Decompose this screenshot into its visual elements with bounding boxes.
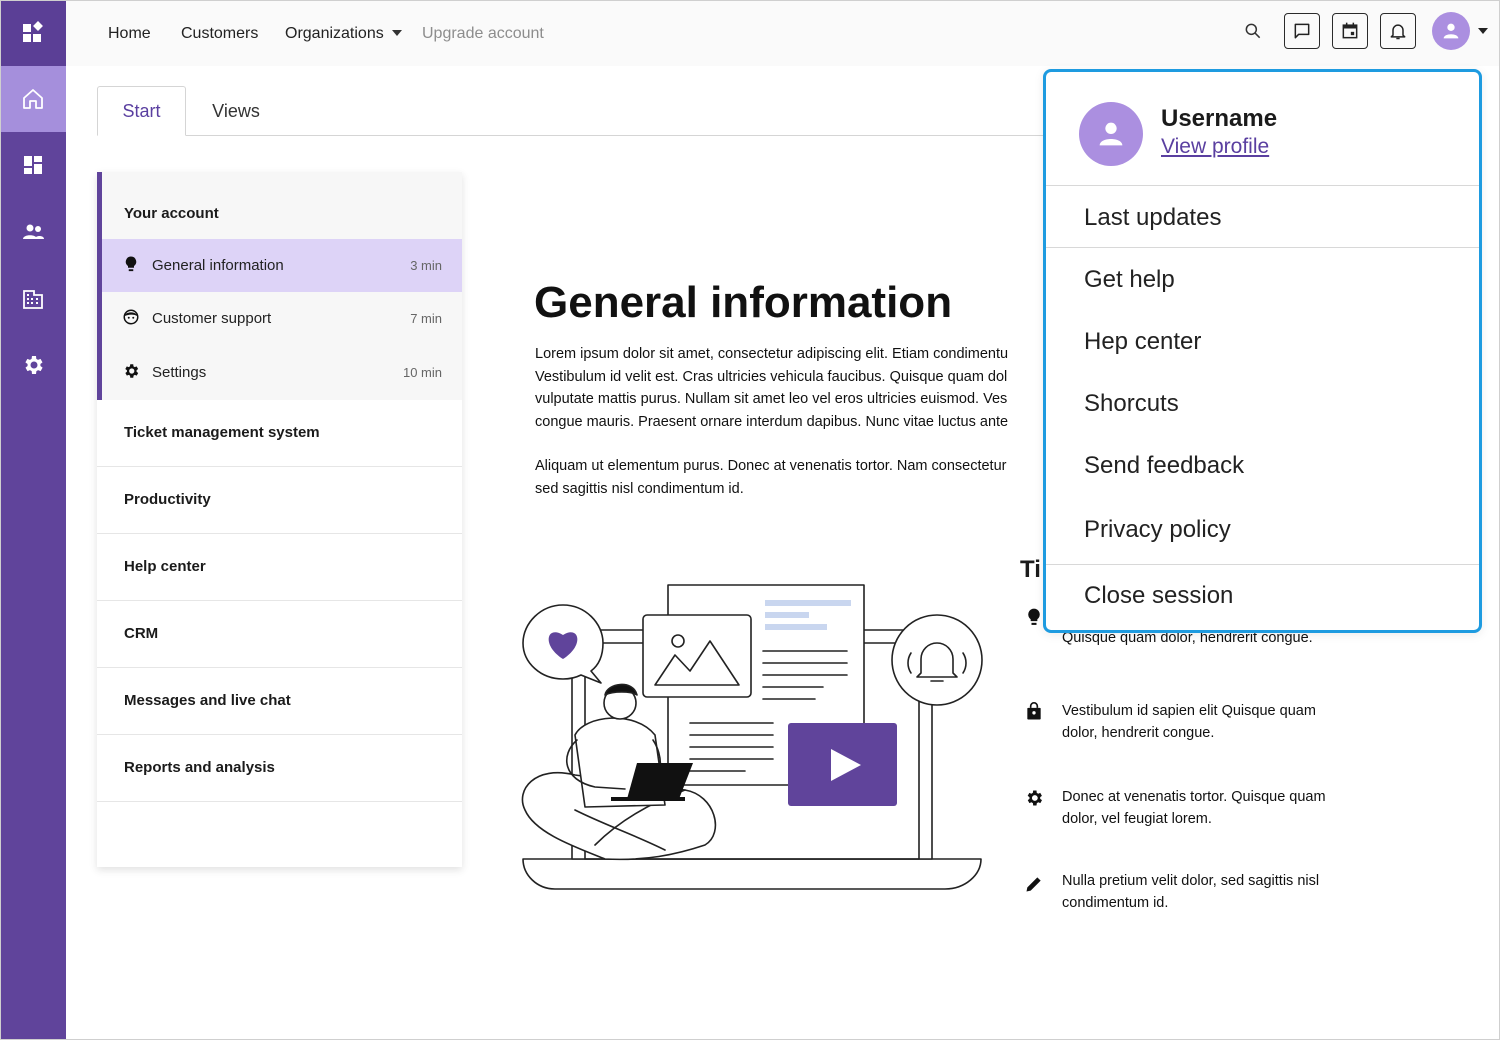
calendar-button[interactable] (1332, 13, 1368, 49)
tip-item: Donec at venenatis tortor. Quisque quam … (1020, 786, 1340, 836)
chat-button[interactable] (1284, 13, 1320, 49)
subitem-general-information[interactable]: General information 3 min (102, 239, 462, 292)
subitem-duration: 7 min (410, 311, 442, 326)
people-icon (23, 224, 44, 239)
paragraph-line: vulputate mattis purus. Nullam sit amet … (535, 391, 1008, 407)
intro-paragraph: Lorem ipsum dolor sit amet, consectetur … (535, 343, 1045, 433)
section-reports-analysis[interactable]: Reports and analysis (97, 735, 462, 802)
search-button[interactable] (1235, 13, 1271, 49)
menu-item-shortcuts[interactable]: Shorcuts (1084, 390, 1179, 418)
section-help-center[interactable]: Help center (97, 534, 462, 601)
bell-icon (1390, 24, 1406, 40)
rail-dashboard-button[interactable] (0, 132, 66, 198)
building-icon (23, 290, 43, 309)
menu-item-privacy-policy[interactable]: Privacy policy (1084, 516, 1231, 544)
tip-item: Vestibulum id sapien elit Quisque quam d… (1020, 700, 1340, 750)
section-label: Help center (124, 558, 206, 575)
guide-panel: Your account General information 3 min C… (97, 172, 462, 867)
your-account-heading[interactable]: Your account (124, 205, 219, 222)
illustration-person-laptop (521, 584, 983, 890)
home-icon (23, 89, 43, 109)
avatar-icon (1099, 122, 1123, 146)
section-productivity[interactable]: Productivity (97, 467, 462, 534)
tip-text: Nulla pretium velit dolor, sed sagittis … (1062, 873, 1320, 911)
lightbulb-icon (1028, 608, 1040, 625)
tips-title: Ti (1020, 556, 1041, 583)
menu-divider (1046, 185, 1479, 186)
paragraph-line: sed sagittis nisl condimentum id. (535, 480, 744, 497)
nav-organizations-dropdown[interactable]: Organizations (285, 25, 402, 43)
tip-item: Nulla pretium velit dolor, sed sagittis … (1020, 870, 1340, 920)
menu-item-last-updates[interactable]: Last updates (1084, 204, 1221, 232)
menu-divider (1046, 564, 1479, 565)
top-bar: Home Customers Organizations Upgrade acc… (66, 0, 1500, 66)
pencil-icon (1026, 877, 1041, 892)
user-menu-dropdown: Username View profile Last updates Get h… (1043, 69, 1482, 633)
section-ticket-management[interactable]: Ticket management system (97, 400, 462, 467)
nav-customers-link[interactable]: Customers (181, 25, 258, 43)
gear-icon (1027, 790, 1042, 806)
rail-organizations-button[interactable] (0, 266, 66, 332)
subitem-customer-support[interactable]: Customer support 7 min (102, 292, 462, 345)
username-label: Username (1161, 105, 1278, 132)
your-account-group: Your account General information 3 min C… (97, 172, 462, 400)
nav-upgrade-link[interactable]: Upgrade account (422, 25, 544, 43)
gear-icon (125, 364, 139, 378)
support-face-icon (123, 309, 139, 325)
menu-item-close-session[interactable]: Close session (1084, 582, 1233, 610)
menu-divider (1046, 247, 1479, 248)
section-crm[interactable]: CRM (97, 601, 462, 668)
rail-home-button[interactable] (0, 66, 66, 132)
view-profile-link[interactable]: View profile (1161, 135, 1269, 159)
second-paragraph: Aliquam ut elementum purus. Donec at ven… (535, 455, 1045, 500)
paragraph-line: Aliquam ut elementum purus. Donec at ven… (535, 458, 1007, 474)
section-label: Messages and live chat (124, 692, 291, 709)
rail-settings-button[interactable] (0, 332, 66, 398)
menu-item-get-help[interactable]: Get help (1084, 266, 1175, 294)
menu-item-send-feedback[interactable]: Send feedback (1084, 452, 1244, 480)
calendar-icon (1342, 22, 1358, 39)
rail-people-button[interactable] (0, 199, 66, 265)
chat-icon (1294, 23, 1310, 39)
avatar-chevron-down-icon[interactable] (1478, 28, 1488, 34)
search-icon (1245, 23, 1261, 39)
chevron-down-icon (391, 29, 402, 36)
subitem-duration: 10 min (402, 365, 442, 380)
page-title: General information (534, 278, 953, 327)
avatar-icon (1443, 23, 1459, 39)
subitem-settings[interactable]: Settings 10 min (102, 346, 462, 399)
paragraph-line: congue mauris. Praesent ornare interdum … (535, 413, 1009, 430)
user-avatar-button[interactable] (1432, 12, 1470, 50)
bag-icon (1027, 702, 1041, 720)
subitem-label: Settings (152, 364, 207, 381)
paragraph-line: Lorem ipsum dolor sit amet, consectetur … (535, 346, 1009, 362)
tab-views[interactable]: Views (190, 86, 282, 136)
user-avatar (1079, 102, 1143, 166)
subitem-duration: 3 min (410, 258, 442, 273)
subitem-label: Customer support (152, 310, 272, 327)
section-messages-live-chat[interactable]: Messages and live chat (97, 668, 462, 735)
tip-text: Vestibulum id sapien elit Quisque quam d… (1062, 703, 1316, 741)
tab-start[interactable]: Start (97, 86, 186, 136)
section-label: CRM (124, 625, 159, 642)
apps-logo-icon[interactable] (0, 0, 66, 66)
paragraph-line: Vestibulum id velit est. Cras ultricies … (535, 368, 1008, 385)
menu-item-help-center[interactable]: Hep center (1084, 328, 1201, 356)
nav-home-link[interactable]: Home (108, 25, 151, 43)
gear-icon (25, 356, 43, 374)
nav-organizations-label: Organizations (285, 25, 384, 42)
section-label: Reports and analysis (124, 759, 275, 776)
section-label: Productivity (124, 491, 211, 508)
subitem-label: General information (152, 257, 284, 274)
notifications-button[interactable] (1380, 13, 1416, 49)
dashboard-icon (24, 156, 42, 174)
left-rail (0, 0, 66, 1040)
lightbulb-icon (125, 256, 137, 272)
section-label: Ticket management system (124, 424, 320, 441)
tip-text: Donec at venenatis tortor. Quisque quam … (1062, 789, 1326, 827)
